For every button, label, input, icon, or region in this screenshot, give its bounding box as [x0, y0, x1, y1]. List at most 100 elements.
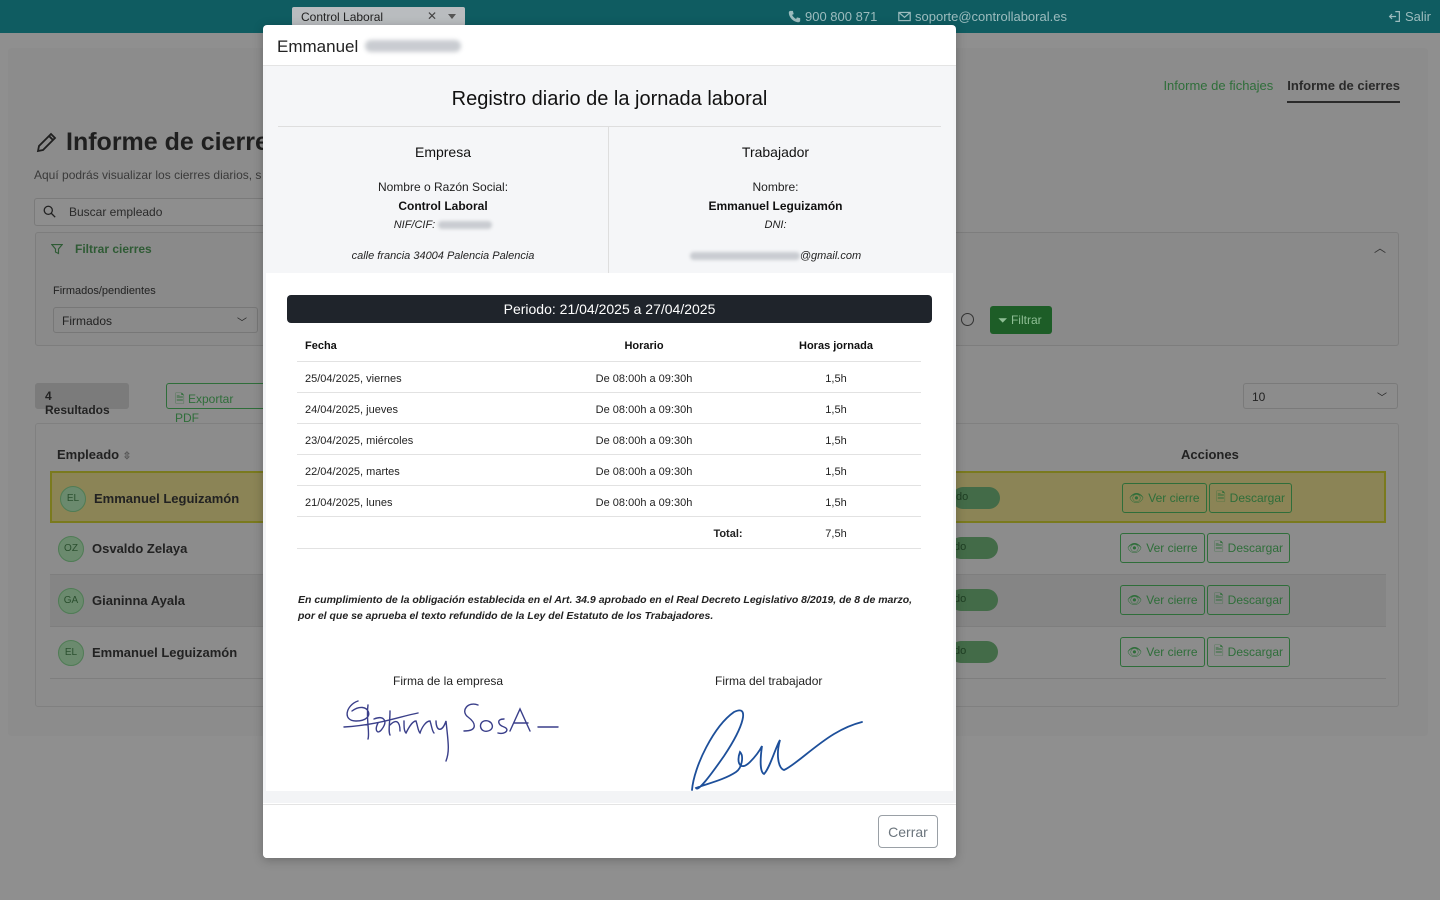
chevron-down-icon[interactable] [448, 14, 456, 19]
nif-label: NIF/CIF: [393, 219, 436, 231]
support-phone[interactable]: 900 800 871 [788, 9, 877, 24]
row-hours: 1,5h [825, 373, 847, 385]
file-download-icon: 🗎 [1214, 539, 1224, 554]
eye-icon: 👁 [1129, 491, 1145, 505]
chevron-up-icon[interactable]: ︿ [1374, 239, 1386, 256]
support-email[interactable]: soporte@controllaboral.es [898, 9, 1067, 24]
filter-button-label: Filtrar [1010, 313, 1042, 327]
status-badge: do [950, 537, 998, 559]
employee-name: Emmanuel Leguizamón [94, 491, 240, 506]
view-closure-label: Ver cierre [1148, 491, 1200, 505]
row-date: 23/04/2025, miércoles [305, 435, 414, 447]
company-heading: Empresa [414, 144, 472, 160]
envelope-icon [898, 11, 911, 22]
close-button[interactable]: Cerrar [878, 815, 938, 848]
column-header-employee[interactable]: Empleado ⇳ [57, 447, 131, 462]
table-row: 24/04/2025, jueves De 08:00h a 09:30h 1,… [297, 393, 921, 424]
row-schedule: De 08:00h a 09:30h [595, 435, 693, 447]
filter-label: Firmados/pendientes [53, 285, 156, 297]
download-button[interactable]: 🗎 Descargar [1209, 483, 1293, 513]
company-signature [343, 700, 559, 762]
status-badge: do [950, 641, 998, 663]
page-title-text: Informe de cierres [66, 128, 283, 156]
column-header-hours: Horas jornada [799, 340, 873, 352]
employee-name: Emmanuel Leguizamón [92, 645, 238, 660]
avatar: OZ [58, 536, 84, 562]
view-closure-label: Ver cierre [1146, 541, 1198, 555]
worker-heading: Trabajador [741, 144, 810, 160]
total-row: Total: 7,5h [297, 517, 921, 549]
avatar: EL [58, 640, 84, 666]
search-input[interactable]: Buscar empleado [34, 198, 274, 226]
status-badge: do [952, 487, 1000, 509]
filter-panel-title: Filtrar cierres [75, 242, 152, 256]
page-size-select[interactable]: 10 ﹀ [1243, 383, 1398, 409]
column-header-schedule: Horario [624, 340, 664, 352]
filter-panel-header[interactable]: Filtrar cierres [51, 242, 152, 256]
phone-number: 900 800 871 [805, 9, 878, 24]
modal-body: Registro diario de la jornada laboral Em… [263, 66, 956, 803]
page-size-value: 10 [1252, 390, 1266, 404]
app-selector-label: Control Laboral [301, 10, 384, 24]
view-closure-button[interactable]: 👁 Ver cierre [1120, 585, 1205, 615]
view-closure-button[interactable]: 👁 Ver cierre [1120, 637, 1205, 667]
worker-signature [691, 709, 863, 791]
total-label: Total: [713, 528, 743, 540]
table-header-row: Fecha Horario Horas jornada [297, 329, 921, 362]
table-row: 23/04/2025, miércoles De 08:00h a 09:30h… [297, 424, 921, 455]
download-button[interactable]: 🗎 Descargar [1207, 637, 1291, 667]
page-subtitle: Aquí podrás visualizar los cierres diari… [34, 168, 262, 182]
view-closure-label: Ver cierre [1146, 645, 1198, 659]
download-label: Descargar [1227, 593, 1284, 607]
document-title: Registro diario de la jornada laboral [451, 88, 768, 110]
company-signature-label: Firma de la empresa [393, 674, 504, 688]
modal-footer: Cerrar [263, 804, 956, 858]
company-name: Control Laboral [398, 199, 488, 213]
download-label: Descargar [1227, 645, 1284, 659]
row-schedule: De 08:00h a 09:30h [595, 373, 693, 385]
logout-icon [1388, 11, 1400, 22]
results-count: 4 Resultados [35, 383, 129, 417]
total-value: 7,5h [825, 528, 847, 540]
tab-informe-fichajes[interactable]: Informe de fichajes [1163, 78, 1273, 103]
table-row: 25/04/2025, viernes De 08:00h a 09:30h 1… [297, 362, 921, 393]
avatar: EL [60, 486, 86, 512]
row-schedule: De 08:00h a 09:30h [595, 497, 693, 509]
download-button[interactable]: 🗎 Descargar [1207, 533, 1291, 563]
worker-name: Emmanuel Leguizamón [708, 199, 843, 213]
view-closure-button[interactable]: 👁 Ver cierre [1120, 533, 1205, 563]
logout-button[interactable]: Salir [1388, 9, 1431, 24]
worker-dni: DNI: [764, 219, 787, 231]
tab-informe-cierres[interactable]: Informe de cierres [1287, 78, 1400, 103]
row-date: 22/04/2025, martes [305, 466, 400, 478]
row-hours: 1,5h [825, 466, 847, 478]
closure-modal: Emmanuel Registro diario de la jornada l… [263, 25, 956, 858]
company-name-label: Nombre o Razón Social: [377, 180, 509, 194]
redacted-email [689, 252, 800, 261]
row-hours: 1,5h [825, 435, 847, 447]
clear-filter-icon[interactable] [961, 313, 974, 326]
row-date: 24/04/2025, jueves [305, 404, 398, 416]
column-header-employee-label: Empleado [57, 447, 120, 462]
row-date: 21/04/2025, lunes [305, 497, 393, 509]
row-hours: 1,5h [825, 497, 847, 509]
signed-filter-select[interactable]: Firmados ﹀ [53, 307, 258, 333]
export-pdf-button[interactable]: 🗎 Exportar PDF [166, 383, 266, 425]
filter-button[interactable]: ⏷ Filtrar [990, 306, 1052, 334]
view-closure-button[interactable]: 👁 Ver cierre [1122, 483, 1207, 513]
download-label: Descargar [1229, 491, 1286, 505]
signed-filter-value: Firmados [62, 314, 113, 328]
download-button[interactable]: 🗎 Descargar [1207, 585, 1291, 615]
chevron-down-icon: ﹀ [237, 318, 247, 329]
sort-icon: ⇳ [122, 451, 132, 462]
status-badge: do [950, 589, 998, 611]
column-header-actions: Acciones [1181, 447, 1239, 462]
app-selector[interactable]: Control Laboral ✕ [292, 7, 465, 26]
worker-email-domain: @gmail.com [799, 250, 862, 262]
eye-icon: 👁 [1127, 593, 1143, 607]
row-schedule: De 08:00h a 09:30h [595, 466, 693, 478]
chevron-down-icon: ﹀ [1377, 393, 1387, 404]
document-header: Registro diario de la jornada laboral Em… [266, 66, 953, 273]
clear-icon[interactable]: ✕ [427, 9, 437, 23]
report-tabs: Informe de fichajes Informe de cierres [1163, 78, 1400, 103]
